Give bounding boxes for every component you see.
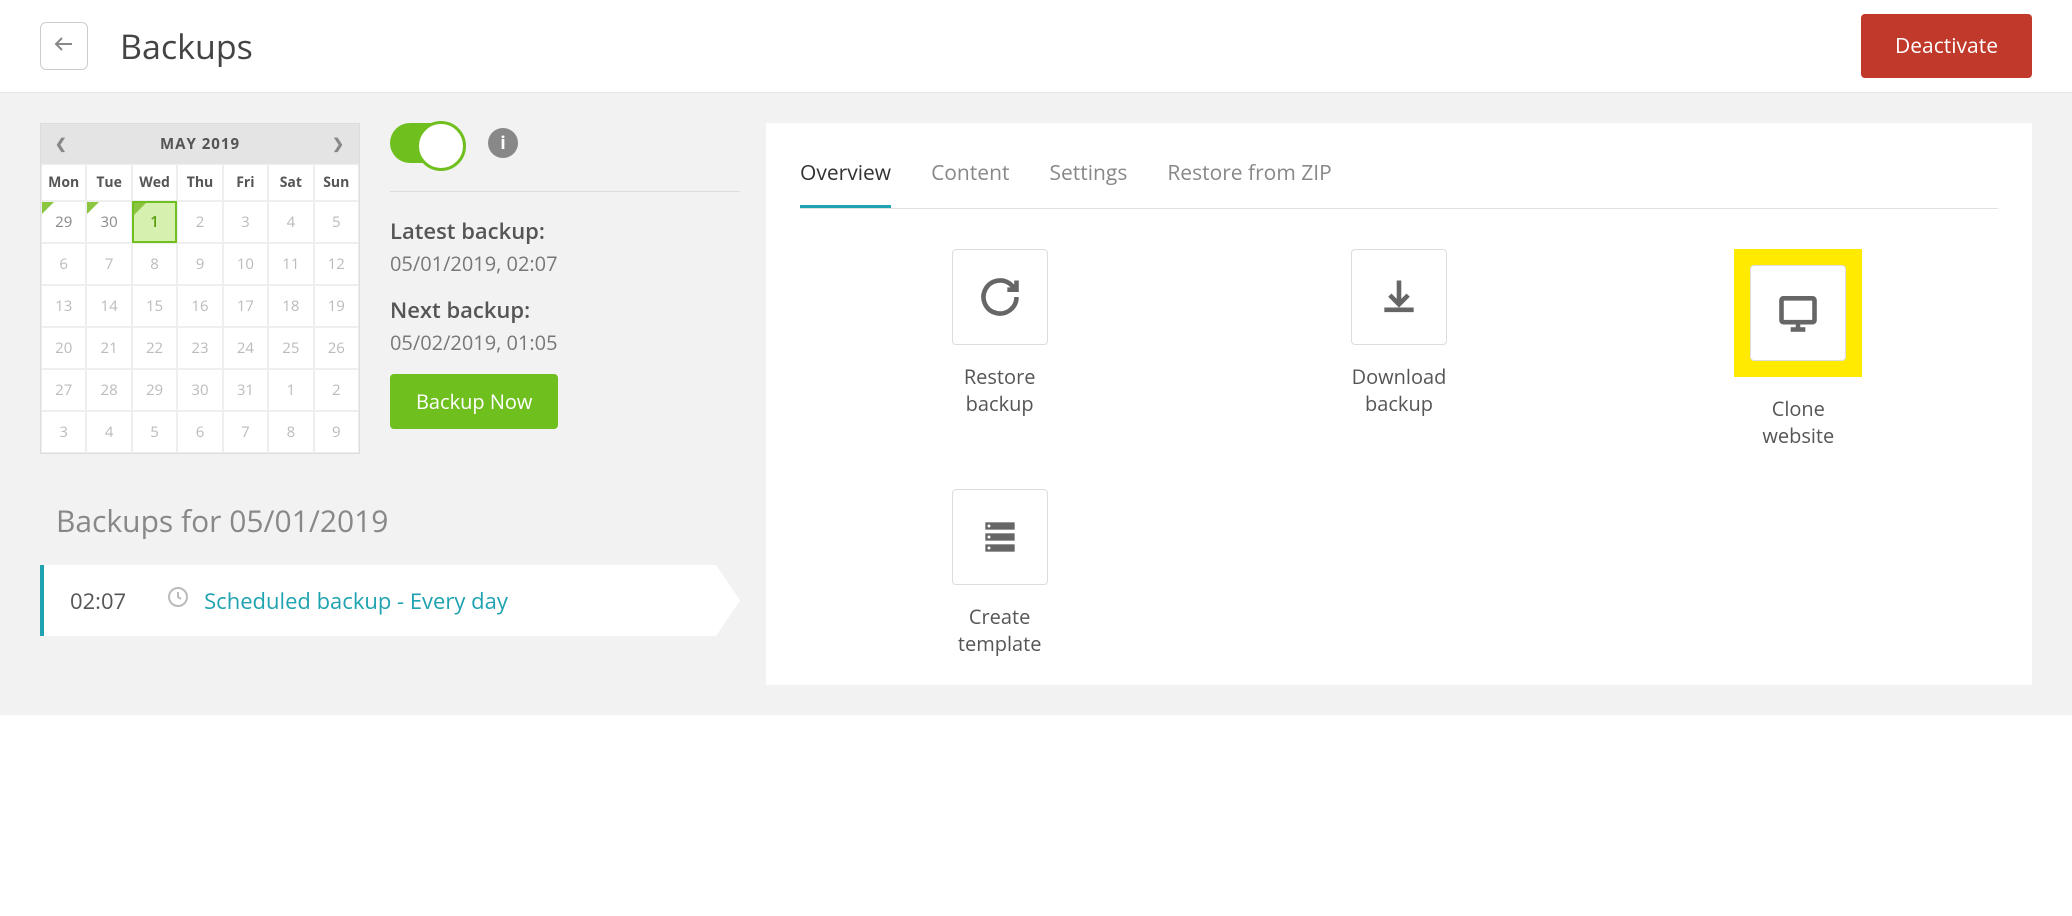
calendar-dow: Wed xyxy=(132,164,177,201)
calendar-day[interactable]: 1 xyxy=(268,369,313,411)
calendar-day[interactable]: 3 xyxy=(41,411,86,453)
calendar-day[interactable]: 29 xyxy=(41,201,86,243)
calendar-day[interactable]: 24 xyxy=(223,327,268,369)
chevron-left-icon: ❮ xyxy=(55,135,68,154)
restore-icon xyxy=(952,249,1048,345)
highlight-box xyxy=(1734,249,1862,377)
calendar-day[interactable]: 3 xyxy=(223,201,268,243)
backup-now-button[interactable]: Backup Now xyxy=(390,374,558,429)
calendar-day[interactable]: 28 xyxy=(86,369,131,411)
calendar-day[interactable]: 18 xyxy=(268,285,313,327)
next-backup-value: 05/02/2019, 01:05 xyxy=(390,329,740,356)
calendar-day[interactable]: 2 xyxy=(314,369,359,411)
info-icon: i xyxy=(500,131,506,155)
calendar-day[interactable]: 6 xyxy=(41,243,86,285)
deactivate-button[interactable]: Deactivate xyxy=(1861,14,2032,78)
backup-entry-time: 02:07 xyxy=(70,586,126,616)
calendar-day[interactable]: 17 xyxy=(223,285,268,327)
calendar-dow: Sun xyxy=(314,164,359,201)
arrow-left-icon xyxy=(52,32,76,61)
calendar-day[interactable]: 30 xyxy=(177,369,222,411)
action-label: Clonewebsite xyxy=(1698,395,1898,449)
calendar-day[interactable]: 4 xyxy=(86,411,131,453)
backup-entry[interactable]: 02:07 Scheduled backup - Every day xyxy=(40,565,740,636)
calendar-day[interactable]: 8 xyxy=(268,411,313,453)
calendar-dow: Sat xyxy=(268,164,313,201)
calendar-day[interactable]: 11 xyxy=(268,243,313,285)
calendar-day[interactable]: 19 xyxy=(314,285,359,327)
tab-content[interactable]: Content xyxy=(931,151,1009,208)
calendar-dow: Thu xyxy=(177,164,222,201)
calendar-day[interactable]: 22 xyxy=(132,327,177,369)
action-create-template[interactable]: Createtemplate xyxy=(900,489,1100,657)
calendar-day[interactable]: 20 xyxy=(41,327,86,369)
calendar-day[interactable]: 29 xyxy=(132,369,177,411)
action-clone-website[interactable]: Clonewebsite xyxy=(1698,249,1898,449)
action-label: Restorebackup xyxy=(900,363,1100,417)
action-restore-backup[interactable]: Restorebackup xyxy=(900,249,1100,449)
backup-entry-label: Scheduled backup - Every day xyxy=(204,586,508,616)
calendar-day[interactable]: 7 xyxy=(86,243,131,285)
calendar-day[interactable]: 1 xyxy=(132,201,177,243)
calendar-day[interactable]: 31 xyxy=(223,369,268,411)
backup-enabled-toggle[interactable] xyxy=(390,123,464,163)
backups-for-heading: Backups for 05/01/2019 xyxy=(56,500,740,541)
calendar: ❮ MAY 2019 ❯ MonTueWedThuFriSatSun293012… xyxy=(40,123,360,454)
calendar-day[interactable]: 27 xyxy=(41,369,86,411)
calendar-day[interactable]: 13 xyxy=(41,285,86,327)
calendar-day[interactable]: 21 xyxy=(86,327,131,369)
calendar-day[interactable]: 7 xyxy=(223,411,268,453)
calendar-day[interactable]: 2 xyxy=(177,201,222,243)
latest-backup-label: Latest backup: xyxy=(390,216,740,246)
calendar-day[interactable]: 12 xyxy=(314,243,359,285)
calendar-day[interactable]: 14 xyxy=(86,285,131,327)
calendar-prev-button[interactable]: ❮ xyxy=(41,135,82,154)
calendar-day[interactable]: 23 xyxy=(177,327,222,369)
tab-restore-from-zip[interactable]: Restore from ZIP xyxy=(1167,151,1331,208)
tab-overview[interactable]: Overview xyxy=(800,151,891,208)
calendar-day[interactable]: 4 xyxy=(268,201,313,243)
calendar-dow: Fri xyxy=(223,164,268,201)
download-icon xyxy=(1351,249,1447,345)
next-backup-label: Next backup: xyxy=(390,295,740,325)
calendar-day[interactable]: 16 xyxy=(177,285,222,327)
info-button[interactable]: i xyxy=(488,128,518,158)
calendar-day[interactable]: 5 xyxy=(132,411,177,453)
calendar-day[interactable]: 10 xyxy=(223,243,268,285)
back-button[interactable] xyxy=(40,22,88,70)
calendar-day[interactable]: 9 xyxy=(177,243,222,285)
page-title: Backups xyxy=(120,23,253,69)
calendar-day[interactable]: 25 xyxy=(268,327,313,369)
clock-icon xyxy=(166,585,190,616)
calendar-dow: Tue xyxy=(86,164,131,201)
calendar-day[interactable]: 5 xyxy=(314,201,359,243)
calendar-day[interactable]: 15 xyxy=(132,285,177,327)
action-label: Createtemplate xyxy=(900,603,1100,657)
calendar-day[interactable]: 6 xyxy=(177,411,222,453)
calendar-day[interactable]: 9 xyxy=(314,411,359,453)
tab-settings[interactable]: Settings xyxy=(1049,151,1127,208)
calendar-day[interactable]: 26 xyxy=(314,327,359,369)
calendar-day[interactable]: 8 xyxy=(132,243,177,285)
template-icon xyxy=(952,489,1048,585)
action-label: Downloadbackup xyxy=(1299,363,1499,417)
chevron-right-icon: ❯ xyxy=(332,135,345,154)
clone-icon xyxy=(1750,265,1846,361)
calendar-dow: Mon xyxy=(41,164,86,201)
action-download-backup[interactable]: Downloadbackup xyxy=(1299,249,1499,449)
latest-backup-value: 05/01/2019, 02:07 xyxy=(390,250,740,277)
calendar-next-button[interactable]: ❯ xyxy=(318,135,359,154)
calendar-day[interactable]: 30 xyxy=(86,201,131,243)
calendar-month-label: MAY 2019 xyxy=(160,134,240,154)
divider xyxy=(390,191,740,192)
